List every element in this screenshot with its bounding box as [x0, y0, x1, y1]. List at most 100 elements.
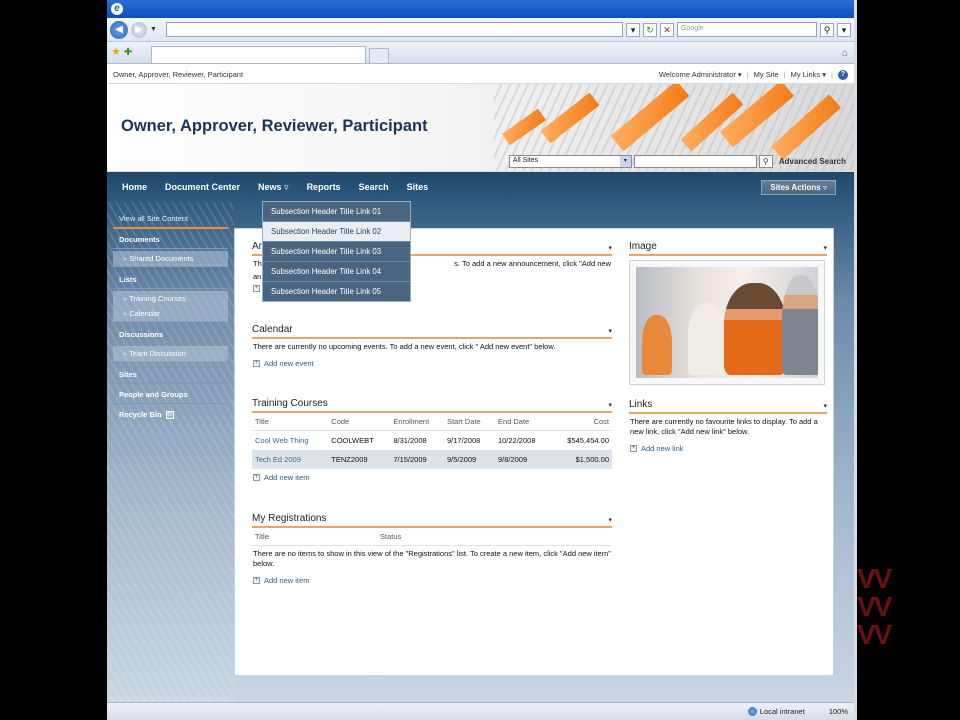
- news-menu-item[interactable]: Subsection Header Title Link 04: [263, 262, 410, 282]
- webpart-menu-icon[interactable]: ▾: [823, 244, 827, 252]
- help-icon[interactable]: ?: [838, 69, 848, 80]
- news-menu-item[interactable]: Subsection Header Title Link 03: [263, 242, 410, 262]
- refresh-icon[interactable]: ↻: [643, 22, 657, 37]
- news-menu-item[interactable]: Subsection Header Title Link 02: [263, 222, 410, 242]
- column-header[interactable]: Enrollment: [390, 413, 444, 431]
- nav-sites[interactable]: Sites: [407, 182, 429, 192]
- ql-recycle-bin[interactable]: Recycle Bin ♻: [113, 404, 228, 423]
- training-courses-webpart: Training Courses ▾ Title Code Enrollment…: [252, 398, 612, 486]
- webpart-title[interactable]: Links: [629, 399, 652, 410]
- search-scope-select[interactable]: All Sites ▾: [508, 155, 632, 168]
- tab-current[interactable]: [151, 46, 367, 63]
- welcome-menu[interactable]: Welcome Administrator ▾: [659, 70, 742, 79]
- nav-reports[interactable]: Reports: [307, 182, 341, 192]
- my-links-menu[interactable]: My Links ▾: [791, 70, 826, 79]
- recycle-bin-label: Recycle Bin: [119, 410, 162, 419]
- add-new-item-link[interactable]: + Add new item: [252, 469, 612, 486]
- ql-heading-discussions[interactable]: Discussions: [113, 324, 228, 344]
- column-header[interactable]: Status: [377, 528, 612, 546]
- site-search-input[interactable]: [633, 155, 757, 168]
- ql-heading-documents[interactable]: Documents: [113, 229, 228, 249]
- chevron-down-icon[interactable]: ▾: [619, 156, 631, 167]
- url-input[interactable]: [165, 22, 623, 37]
- table-cell: 7/15/2009: [390, 450, 444, 469]
- column-header[interactable]: Code: [328, 413, 391, 431]
- course-title-link[interactable]: Cool Web Thing: [252, 431, 328, 451]
- tab-new[interactable]: [369, 48, 390, 63]
- table-cell: 8/31/2008: [393, 436, 427, 445]
- my-site-link[interactable]: My Site: [754, 70, 779, 79]
- separator: |: [746, 70, 749, 79]
- ql-heading-people-and-groups[interactable]: People and Groups: [113, 384, 228, 404]
- news-menu-item[interactable]: Subsection Header Title Link 01: [263, 202, 410, 222]
- scope-value: All Sites: [512, 157, 539, 164]
- ql-link-shared-documents[interactable]: Shared Documents: [113, 251, 228, 266]
- site-banner: Owner, Approver, Reviewer, Participant A…: [107, 84, 854, 172]
- security-zone[interactable]: Local intranet: [747, 706, 805, 717]
- ql-group-lists: Training Courses Calendar: [113, 291, 228, 322]
- ql-link-team-discussion[interactable]: Team Discussion: [113, 346, 228, 361]
- site-actions-button[interactable]: Sites Actions ▿: [761, 180, 836, 195]
- webpart-title[interactable]: Image: [629, 241, 657, 252]
- home-icon[interactable]: ⌂: [842, 48, 848, 59]
- webpart-title[interactable]: Calendar: [252, 324, 293, 335]
- ql-heading-sites[interactable]: Sites: [113, 364, 228, 384]
- nav-search[interactable]: Search: [359, 182, 389, 192]
- add-new-link[interactable]: + Add new link: [629, 440, 827, 457]
- browser-search-input[interactable]: Google: [677, 22, 817, 37]
- webpart-menu-icon[interactable]: ▾: [608, 244, 612, 252]
- calendar-empty-text: There are currently no upcoming events. …: [253, 342, 556, 351]
- recycle-bin-icon: ♻: [165, 410, 174, 419]
- column-header[interactable]: End Date: [494, 413, 551, 431]
- search-go-icon[interactable]: ⚲: [758, 155, 773, 168]
- stop-icon[interactable]: ✕: [660, 22, 674, 37]
- top-navigation: Home Document Center News ▿ Reports Sear…: [107, 172, 854, 202]
- zoom-level[interactable]: 100%: [829, 707, 848, 716]
- star-icon[interactable]: ★: [111, 45, 121, 58]
- column-header[interactable]: Cost: [550, 413, 612, 431]
- news-dropdown-menu: Subsection Header Title Link 01 Subsecti…: [262, 201, 411, 302]
- add-icon: +: [253, 577, 260, 584]
- nav-home[interactable]: Home: [122, 182, 147, 192]
- search-icon[interactable]: ⚲: [820, 22, 834, 37]
- nav-news[interactable]: News ▿: [258, 182, 289, 193]
- ql-link-training-courses[interactable]: Training Courses: [113, 291, 228, 306]
- add-icon: +: [253, 474, 260, 481]
- webpart-menu-icon[interactable]: ▾: [608, 401, 612, 409]
- zone-label: Local intranet: [759, 706, 805, 716]
- url-dropdown-icon[interactable]: ▾: [626, 22, 640, 37]
- add-new-event-link[interactable]: + Add new event: [252, 355, 612, 372]
- text-fragment: s. To add a new announcement, click "Add…: [454, 259, 611, 268]
- nav-document-center[interactable]: Document Center: [165, 182, 240, 192]
- advanced-search-link[interactable]: Advanced Search: [779, 157, 846, 166]
- breadcrumb[interactable]: Owner, Approver, Reviewer, Participant: [113, 70, 243, 79]
- forward-arrow-icon[interactable]: ▶: [131, 21, 147, 38]
- column-header[interactable]: Start Date: [443, 413, 495, 431]
- add-icon: +: [630, 445, 637, 452]
- add-link-label: Add new item: [264, 576, 310, 585]
- add-favorite-icon[interactable]: ✚: [124, 47, 132, 58]
- browser-window: e ◀ ▶ ▼ ▾ ↻ ✕ Google ⚲ ▾ ★ ✚ ⌂ Owner, Ap…: [107, 0, 854, 720]
- search-options-icon[interactable]: ▾: [837, 22, 851, 37]
- webpart-title[interactable]: My Registrations: [252, 513, 326, 524]
- webpart-menu-icon[interactable]: ▾: [608, 327, 612, 335]
- image-webpart: Image ▾: [629, 241, 827, 385]
- add-link-label: Add new link: [641, 444, 684, 453]
- course-title-link[interactable]: Tech Ed 2009: [252, 450, 329, 469]
- training-courses-table: Title Code Enrollment Start Date End Dat…: [252, 413, 612, 469]
- news-menu-item[interactable]: Subsection Header Title Link 05: [263, 282, 410, 301]
- ql-link-calendar[interactable]: Calendar: [113, 306, 228, 321]
- calendar-webpart: Calendar ▾ There are currently no upcomi…: [252, 324, 612, 372]
- ql-heading-lists[interactable]: Lists: [113, 269, 228, 289]
- view-all-site-content-link[interactable]: View all Site Content: [113, 202, 228, 229]
- desktop-decoration: VV VV VV: [857, 563, 892, 650]
- webpart-menu-icon[interactable]: ▾: [608, 516, 612, 524]
- back-arrow-icon[interactable]: ◀: [110, 20, 128, 39]
- webpart-menu-icon[interactable]: ▾: [823, 402, 827, 410]
- webpart-title[interactable]: Training Courses: [252, 398, 328, 409]
- add-new-item-link[interactable]: + Add new item: [252, 572, 612, 589]
- column-header[interactable]: Title: [252, 528, 377, 546]
- column-header[interactable]: Title: [252, 413, 329, 431]
- business-people-photo: [636, 267, 818, 378]
- history-dropdown-icon[interactable]: ▼: [150, 26, 157, 33]
